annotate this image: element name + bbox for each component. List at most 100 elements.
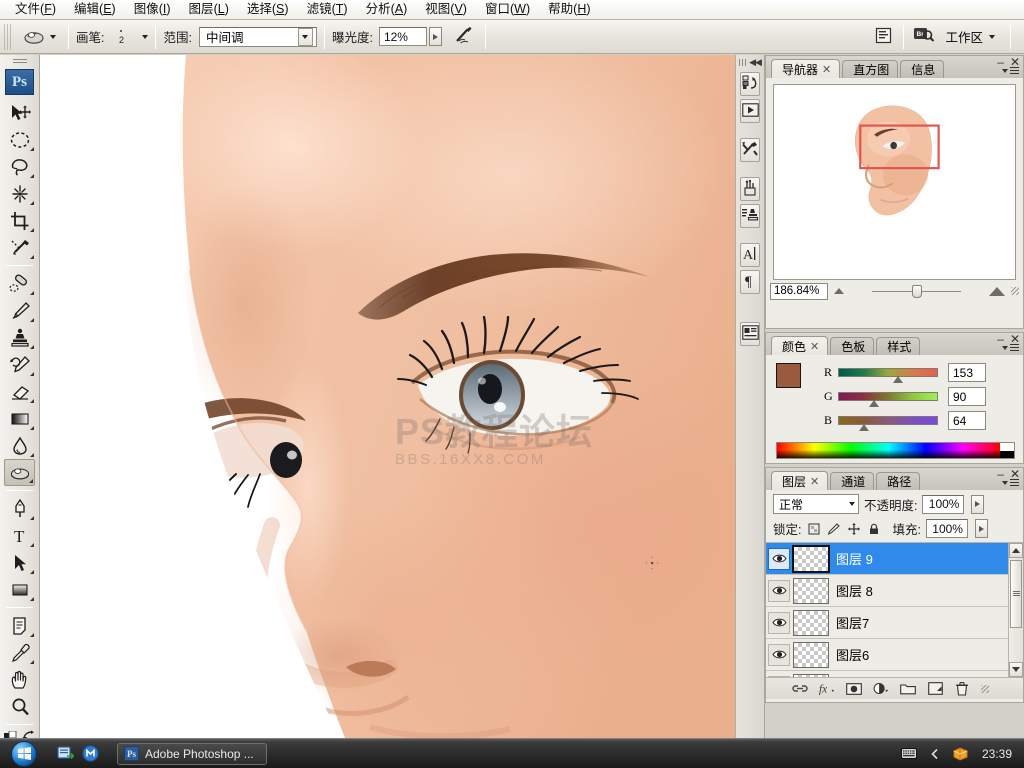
tab-color[interactable]: 颜色 ✕: [771, 336, 829, 355]
color-panel-swatches[interactable]: [776, 363, 816, 403]
close-icon[interactable]: ✕: [1010, 468, 1020, 480]
flyout-triangle-icon[interactable]: [30, 170, 34, 178]
opacity-slider-button[interactable]: [971, 494, 985, 514]
table-row[interactable]: 图层7: [766, 607, 1023, 639]
color-panel-menu-button[interactable]: [1002, 344, 1019, 351]
minimize-icon[interactable]: –: [997, 468, 1004, 480]
show-hidden-icons-chevron[interactable]: [926, 745, 943, 762]
fill-slider-button[interactable]: [974, 519, 988, 538]
close-icon[interactable]: ✕: [822, 63, 831, 76]
range-select[interactable]: 中间调: [198, 26, 317, 47]
brush-picker-caret-icon[interactable]: [142, 34, 149, 39]
show-desktop-icon[interactable]: [56, 745, 74, 763]
layer-thumbnail[interactable]: [793, 577, 829, 604]
options-bar-grip[interactable]: [4, 23, 13, 50]
tool-notes[interactable]: [4, 612, 35, 639]
menu-item-image[interactable]: 图像(I): [125, 0, 180, 19]
tab-swatches[interactable]: 色板: [830, 337, 875, 355]
exposure-input[interactable]: 12%: [378, 27, 427, 46]
red-value[interactable]: 153: [948, 363, 986, 382]
lock-image-icon[interactable]: [826, 521, 841, 536]
close-icon[interactable]: ✕: [1010, 56, 1020, 68]
maxthon-browser-icon[interactable]: [81, 745, 99, 763]
tool-slice[interactable]: [4, 234, 35, 261]
flyout-triangle-icon[interactable]: [30, 656, 34, 664]
flyout-triangle-icon[interactable]: [30, 197, 34, 205]
tool-gradient[interactable]: [4, 405, 35, 432]
flyout-triangle-icon[interactable]: [30, 566, 34, 574]
adjustment-layer-icon[interactable]: [873, 681, 889, 697]
menu-item-select[interactable]: 选择(S): [238, 0, 298, 19]
layer-visibility-toggle[interactable]: [768, 547, 790, 570]
taskbar-task-photoshop[interactable]: Ps Adobe Photoshop ...: [117, 742, 267, 765]
tool-move[interactable]: [4, 99, 35, 126]
layer-visibility-toggle[interactable]: [768, 643, 790, 666]
start-button[interactable]: [0, 740, 48, 768]
tool-eraser[interactable]: [4, 378, 35, 405]
navigator-thumbnail[interactable]: [773, 84, 1016, 280]
resize-grip-icon[interactable]: [981, 684, 989, 693]
layers-list[interactable]: 图层 9 图层 8 图层7 图层6: [766, 543, 1023, 677]
scrollbar-thumb[interactable]: [1010, 560, 1022, 628]
table-row[interactable]: 图层 8: [766, 575, 1023, 607]
menu-item-edit[interactable]: 编辑(E): [65, 0, 125, 19]
workspace-button[interactable]: 工作区: [937, 24, 1003, 49]
blue-value[interactable]: 64: [948, 411, 986, 430]
layer-name[interactable]: 图层7: [836, 613, 869, 632]
spectrum-black[interactable]: [1000, 450, 1014, 458]
flyout-triangle-icon[interactable]: [30, 251, 34, 259]
link-layers-icon[interactable]: [792, 681, 808, 697]
tool-zoom[interactable]: [4, 693, 35, 720]
foreground-color-swatch[interactable]: [776, 363, 801, 388]
history-panel-button[interactable]: [740, 72, 760, 96]
menu-item-analysis[interactable]: 分析(A): [357, 0, 417, 19]
layer-thumbnail[interactable]: [793, 609, 829, 636]
dock-header[interactable]: ◀◀: [736, 55, 764, 69]
character-panel-button[interactable]: A: [740, 243, 760, 267]
tool-pen[interactable]: [4, 495, 35, 522]
tool-eyedropper[interactable]: [4, 639, 35, 666]
spectrum-black-white[interactable]: [1000, 443, 1014, 458]
resize-grip-icon[interactable]: [1011, 287, 1019, 295]
red-slider[interactable]: [838, 364, 938, 383]
new-layer-icon[interactable]: [927, 681, 943, 697]
bridge-button[interactable]: Br: [911, 24, 937, 50]
paragraph-panel-button[interactable]: ¶: [740, 270, 760, 294]
menu-item-layer[interactable]: 图层(L): [180, 0, 238, 19]
table-row[interactable]: 图层6: [766, 639, 1023, 671]
tool-hand[interactable]: [4, 666, 35, 693]
tool-blur[interactable]: [4, 432, 35, 459]
flyout-triangle-icon[interactable]: [30, 539, 34, 547]
tool-path-selection[interactable]: [4, 549, 35, 576]
delete-layer-icon[interactable]: [954, 681, 970, 697]
tool-healing-brush[interactable]: [4, 270, 35, 297]
layer-visibility-toggle[interactable]: [768, 579, 790, 602]
tool-type[interactable]: T: [4, 522, 35, 549]
flyout-triangle-icon[interactable]: [30, 368, 34, 376]
actions-panel-button[interactable]: [740, 99, 760, 123]
exposure-slider-button[interactable]: [428, 27, 442, 46]
menu-item-filter[interactable]: 滤镜(T): [298, 0, 357, 19]
palettes-toggle-button[interactable]: [870, 24, 896, 50]
tool-preset-picker[interactable]: [16, 22, 61, 52]
minimize-icon[interactable]: –: [997, 333, 1004, 345]
layer-thumbnail[interactable]: [793, 641, 829, 668]
layer-visibility-toggle[interactable]: [768, 675, 790, 677]
close-icon[interactable]: ✕: [810, 475, 819, 488]
zoom-in-icon[interactable]: [989, 286, 1005, 296]
tray-app-icon[interactable]: [952, 745, 969, 762]
close-icon[interactable]: ✕: [1010, 333, 1020, 345]
layer-style-fx-icon[interactable]: fx: [819, 681, 835, 697]
minimize-icon[interactable]: –: [997, 56, 1004, 68]
tool-presets-panel-button[interactable]: [740, 138, 760, 162]
layer-thumbnail[interactable]: [792, 544, 830, 573]
tab-histogram[interactable]: 直方图: [842, 60, 899, 78]
flyout-triangle-icon[interactable]: [30, 422, 34, 430]
layers-panel-menu-button[interactable]: [1002, 479, 1019, 486]
flyout-triangle-icon[interactable]: [30, 224, 34, 232]
brush-preset-preview[interactable]: 2: [104, 26, 138, 48]
flyout-triangle-icon[interactable]: [30, 287, 34, 295]
tab-info[interactable]: 信息: [900, 60, 945, 78]
tool-magic-wand[interactable]: [4, 180, 35, 207]
keyboard-language-icon[interactable]: [900, 745, 917, 762]
